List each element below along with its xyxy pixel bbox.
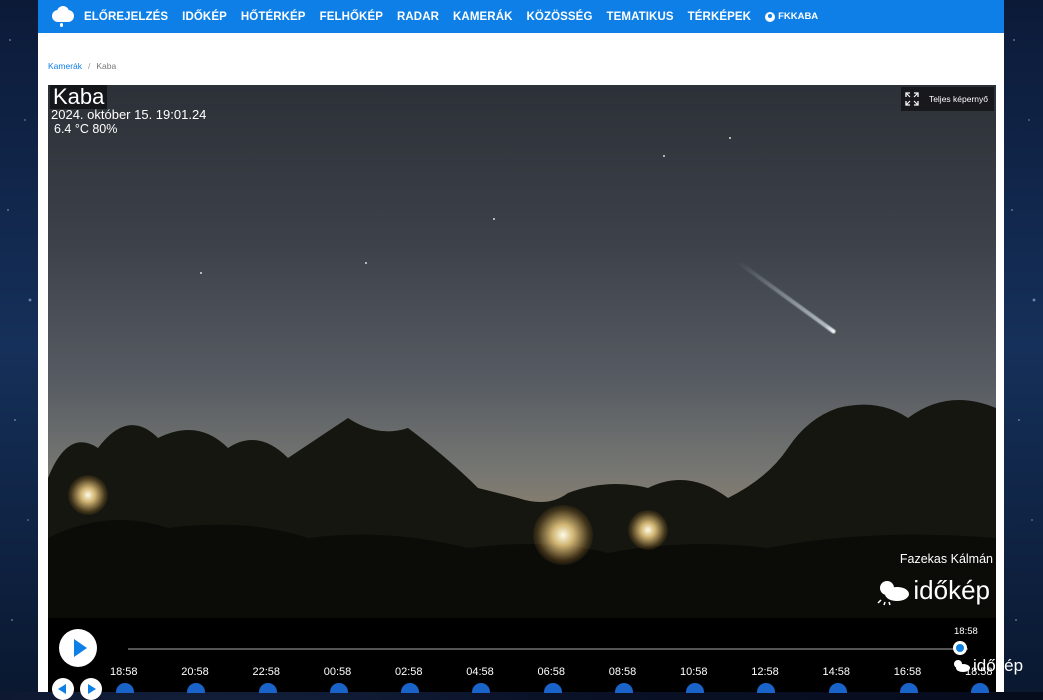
timeline-tick-label[interactable]: 16:58: [894, 666, 922, 678]
expand-icon: [905, 92, 919, 106]
idokep-logo-icon: [877, 580, 910, 605]
nav-item-elorejelzes[interactable]: ELŐREJELZÉS: [84, 11, 168, 23]
corner-watermark-text: időkép: [973, 656, 1024, 675]
watermark-text: időkép: [913, 575, 990, 605]
nav-item-radar[interactable]: RADAR: [397, 11, 439, 23]
fullscreen-button[interactable]: Teljes képernyő: [900, 87, 994, 111]
timeline-tick-label[interactable]: 08:58: [609, 666, 637, 678]
play-button[interactable]: [59, 629, 97, 667]
timeline-tick-label[interactable]: 04:58: [466, 666, 494, 678]
street-light: [628, 510, 668, 550]
nav-item-hoterkep[interactable]: HŐTÉRKÉP: [241, 11, 306, 23]
timeline-player: 18:58 18:58 20:58 22:58 00:58 02:58 04:58 06:5…: [48, 618, 996, 700]
timeline-tick-label[interactable]: 18:58: [110, 666, 138, 678]
idokep-logo-icon: [954, 660, 970, 672]
timeline-tick-label[interactable]: 00:58: [324, 666, 352, 678]
fullscreen-label: Teljes képernyő: [928, 94, 988, 104]
user-name: FKKABA: [778, 11, 819, 22]
camera-datetime: 2024. október 15. 19:01.24: [51, 107, 207, 122]
comet-streak: [736, 260, 837, 335]
camera-weather: 6.4 °C 80%: [54, 122, 118, 136]
camera-name: Kaba: [50, 85, 108, 109]
timeline-tick-label[interactable]: 14:58: [823, 666, 851, 678]
street-light: [533, 505, 593, 565]
nav-item-tematikus[interactable]: TEMATIKUS: [607, 11, 674, 23]
treeline-silhouette: [48, 400, 996, 618]
nav-item-terkepek[interactable]: TÉRKÉPEK: [688, 11, 751, 23]
camera-image[interactable]: Kaba 2024. október 15. 19:01.24 6.4 °C 8…: [48, 85, 996, 618]
main-content: Kamerák / Kaba Kaba 2024. október 15. 19:0…: [38, 33, 1004, 700]
timeline-tick-label[interactable]: 06:58: [538, 666, 566, 678]
timeline-tick-label[interactable]: 10:58: [680, 666, 708, 678]
photo-credit: Fazekas Kálmán: [899, 552, 993, 566]
nav-item-kozosseg[interactable]: KÖZÖSSÉG: [527, 11, 593, 23]
nav-item-felhokep[interactable]: FELHŐKÉP: [320, 11, 383, 23]
idokep-watermark: időkép: [875, 575, 990, 606]
top-navigation: ELŐREJELZÉS IDŐKÉP HŐTÉRKÉP FELHŐKÉP RAD…: [38, 0, 1004, 33]
timeline-slider-handle[interactable]: [952, 641, 967, 655]
starry-background-left: [0, 0, 38, 692]
next-frame-button[interactable]: [80, 678, 102, 700]
corner-watermark: időkép: [951, 656, 1023, 676]
timeline-tick-label[interactable]: 20:58: [181, 666, 209, 678]
nav-item-idokep[interactable]: IDŐKÉP: [182, 11, 227, 23]
user-account-link[interactable]: FKKABA: [765, 11, 818, 22]
idokep-logo-icon[interactable]: [50, 5, 76, 28]
timeline-tick-label[interactable]: 02:58: [395, 666, 423, 678]
timeline-current-label: 18:58: [954, 626, 978, 637]
nav-item-kamerak[interactable]: KAMERÁK: [453, 11, 512, 23]
frame-navigation: [52, 678, 108, 700]
user-icon: [765, 11, 776, 22]
breadcrumb-separator: /: [88, 61, 91, 71]
timeline-track[interactable]: [128, 648, 968, 650]
breadcrumb-link-kamerak[interactable]: Kamerák: [48, 61, 82, 71]
previous-frame-button[interactable]: [52, 678, 74, 700]
timeline-tick-label[interactable]: 12:58: [751, 666, 779, 678]
breadcrumb: Kamerák / Kaba: [48, 61, 116, 71]
breadcrumb-current: Kaba: [96, 61, 117, 71]
timeline-tick-label[interactable]: 22:58: [253, 666, 281, 678]
street-light: [68, 475, 108, 515]
starry-background-right: [1004, 0, 1043, 692]
